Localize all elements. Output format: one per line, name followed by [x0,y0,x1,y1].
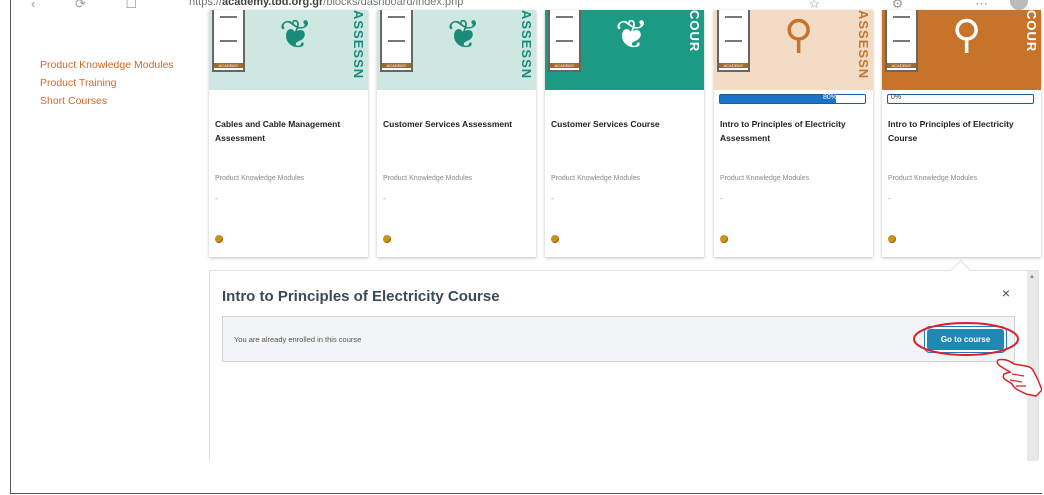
academy-book-icon: ACADEMY [717,10,750,72]
course-meta: - [888,194,891,203]
banner-text: ASSESSN [856,10,871,80]
scroll-up-icon[interactable]: ▲ [1029,274,1035,280]
banner-text: COUR [1024,10,1039,53]
course-title[interactable]: Customer Services Assessment [383,117,531,131]
hands-icon: ❦ [615,13,649,57]
course-title[interactable]: Intro to Principles of Electricity Asses… [720,117,868,145]
course-meta: - [215,194,218,203]
pointing-hand-icon [996,358,1042,397]
course-category: Product Knowledge Modules [215,175,305,182]
panel-title: Intro to Principles of Electricity Cours… [222,288,500,305]
progress-label: 80% [822,94,837,101]
coin-icon [888,235,896,243]
coin-icon [215,235,223,243]
sidebar-item-product-training[interactable]: Product Training [40,74,174,92]
course-thumbnail: ACADEMY ⚲ ASSESSN [714,10,873,90]
enrolled-notice: You are already enrolled in this course … [222,316,1015,362]
sidebar-item-short-courses[interactable]: Short Courses [40,92,174,110]
course-thumbnail: ACADEMY ❦ ASSESSN [377,10,536,90]
course-card[interactable]: ACADEMY ❦ COUR Customer Services Course Prod… [545,10,704,257]
academy-book-icon: ACADEMY [212,10,245,72]
browser-nav-icons[interactable]: ‹ ⟳ ☐ [31,0,155,12]
progress-bar: 0% [887,94,1034,104]
course-category: Product Knowledge Modules [383,175,473,182]
go-to-course-button[interactable]: Go to course [927,329,1004,350]
course-meta: - [383,194,386,203]
course-detail-panel: Intro to Principles of Electricity Cours… [209,259,1039,461]
course-card[interactable]: ACADEMY ⚲ COUR 0% Intro to Principles of Ele… [882,10,1041,257]
magnifier-bolt-icon: ⚲ [784,13,814,57]
course-category: Product Knowledge Modules [720,175,810,182]
coin-icon [383,235,391,243]
coin-icon [551,235,559,243]
course-title[interactable]: Cables and Cable Management Assessment [215,117,363,145]
hands-icon: ❦ [447,13,481,57]
progress-label: 0% [891,94,902,101]
course-meta: - [720,194,723,203]
course-category: Product Knowledge Modules [551,175,641,182]
address-bar[interactable]: https://academy.tbd.org.gr/blocks/dashbo… [189,0,463,8]
magnifier-bolt-icon: ⚲ [952,13,982,57]
banner-text: ASSESSN [351,10,366,80]
academy-book-icon: ACADEMY [380,10,413,72]
enrolled-message: You are already enrolled in this course [234,335,362,344]
course-title[interactable]: Customer Services Course [551,117,699,131]
course-thumbnail: ACADEMY ❦ COUR [545,10,704,90]
sidebar-item-product-knowledge-modules[interactable]: Product Knowledge Modules [40,56,174,74]
coin-icon [720,235,728,243]
course-thumbnail: ACADEMY ❦ ASSESSN [209,10,368,90]
academy-book-icon: ACADEMY [885,10,918,72]
course-card[interactable]: ACADEMY ⚲ ASSESSN 80% Intro to Principles of… [714,10,873,257]
course-card[interactable]: ACADEMY ❦ ASSESSN Customer Services Assessm… [377,10,536,257]
banner-text: COUR [687,10,702,53]
hands-icon: ❦ [279,13,313,57]
course-meta: - [551,194,554,203]
academy-book-icon: ACADEMY [548,10,581,72]
close-icon[interactable]: × [1002,285,1010,301]
progress-bar: 80% [719,94,866,104]
sidebar: Product Knowledge Modules Product Traini… [40,56,174,110]
banner-text: ASSESSN [519,10,534,80]
course-thumbnail: ACADEMY ⚲ COUR [882,10,1041,90]
course-card[interactable]: ACADEMY ❦ ASSESSN Cables and Cable Manageme… [209,10,368,257]
course-category: Product Knowledge Modules [888,175,978,182]
course-title[interactable]: Intro to Principles of Electricity Cours… [888,117,1036,145]
